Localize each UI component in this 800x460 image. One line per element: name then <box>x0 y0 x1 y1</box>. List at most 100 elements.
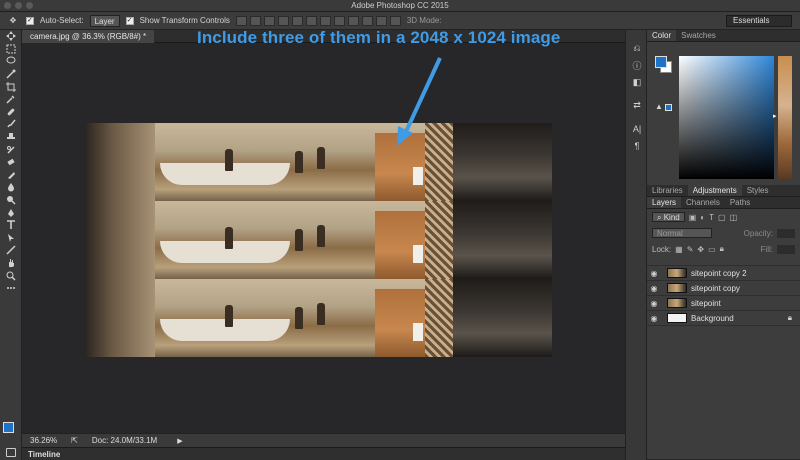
eyedropper-tool[interactable] <box>0 93 22 106</box>
tab-adjustments[interactable]: Adjustments <box>687 185 742 196</box>
visibility-eye-icon[interactable]: ◉ <box>647 284 661 293</box>
layer-row[interactable]: ◉ sitepoint copy <box>647 281 800 296</box>
type-tool[interactable] <box>0 219 22 232</box>
healing-tool[interactable] <box>0 106 22 119</box>
close-window-icon[interactable] <box>4 2 11 9</box>
color-swatches[interactable] <box>3 422 19 438</box>
zoom-level[interactable]: 36.26% <box>30 436 57 445</box>
clone-stamp-tool[interactable] <box>0 131 22 144</box>
layer-row[interactable]: ◉ sitepoint copy 2 <box>647 266 800 281</box>
layers-panel: Layers Channels Paths ⌕ Kind ▣ ◐ T ▢ ◫ N… <box>647 197 800 460</box>
share-icon[interactable]: ⇱ <box>71 436 78 445</box>
history-brush-tool[interactable] <box>0 143 22 156</box>
tab-paths[interactable]: Paths <box>725 197 755 208</box>
gradient-tool[interactable] <box>0 169 22 182</box>
filter-pixel-icon[interactable]: ▣ <box>689 213 697 222</box>
distribute-left-icon[interactable] <box>361 15 373 26</box>
layer-row[interactable]: ◉ Background 🔒︎ <box>647 311 800 326</box>
document-tab[interactable]: camera.jpg @ 36.3% (RGB/8#) * <box>22 30 155 43</box>
visibility-eye-icon[interactable]: ◉ <box>647 299 661 308</box>
more-tools[interactable] <box>0 282 22 295</box>
foreground-color-swatch[interactable] <box>3 422 14 433</box>
distribute-top-icon[interactable] <box>319 15 331 26</box>
path-select-tool[interactable] <box>0 232 22 245</box>
lock-image-icon[interactable]: ✎ <box>687 245 694 254</box>
align-left-icon[interactable] <box>277 15 289 26</box>
ellipsis-icon <box>7 287 15 290</box>
tab-swatches[interactable]: Swatches <box>676 30 721 41</box>
panel-foreground-swatch[interactable] <box>655 56 667 68</box>
distribute-center-icon[interactable] <box>375 15 387 26</box>
tab-color[interactable]: Color <box>647 30 677 41</box>
visibility-eye-icon[interactable]: ◉ <box>647 314 661 323</box>
canvas-area[interactable] <box>22 43 625 433</box>
web-safe-swatch[interactable] <box>665 104 672 111</box>
layer-row[interactable]: ◉ sitepoint <box>647 296 800 311</box>
quick-mask-icon[interactable] <box>6 448 16 457</box>
filter-type-icon[interactable]: T <box>709 213 714 222</box>
visibility-eye-icon[interactable]: ◉ <box>647 269 661 278</box>
status-menu-arrow-icon[interactable]: ▶ <box>177 437 182 445</box>
artboard-icon[interactable]: ▭ <box>708 245 716 254</box>
character-panel-icon[interactable]: A| <box>626 120 648 137</box>
lock-position-icon[interactable]: ✥ <box>697 245 704 254</box>
tab-styles[interactable]: Styles <box>742 185 774 196</box>
align-right-icon[interactable] <box>305 15 317 26</box>
arrow-pointer-icon <box>8 233 14 242</box>
distribute-bottom-icon[interactable] <box>347 15 359 26</box>
brush-tool[interactable] <box>0 118 22 131</box>
zoom-tool[interactable] <box>0 269 22 282</box>
color-ramp[interactable] <box>778 56 792 179</box>
hue-slider-thumb-icon[interactable]: ▸ <box>773 112 777 120</box>
transform-panel-icon[interactable]: ⇄ <box>626 97 648 114</box>
tab-channels[interactable]: Channels <box>681 197 725 208</box>
marquee-tool[interactable] <box>0 43 22 56</box>
workspace-dropdown[interactable]: Essentials <box>726 15 792 27</box>
distribute-right-icon[interactable] <box>389 15 401 26</box>
quick-select-tool[interactable] <box>0 68 22 81</box>
kind-filter-dropdown[interactable]: ⌕ Kind <box>652 212 685 222</box>
filter-shape-icon[interactable]: ▢ <box>718 213 726 222</box>
opacity-field[interactable] <box>777 228 795 238</box>
blur-tool[interactable] <box>0 181 22 194</box>
lock-all-icon[interactable]: 🔒︎ <box>720 244 724 254</box>
distribute-middle-icon[interactable] <box>333 15 345 26</box>
show-transform-checkbox[interactable] <box>125 16 134 25</box>
filter-adjustment-icon[interactable]: ◐ <box>700 213 705 222</box>
align-center-icon[interactable] <box>291 15 303 26</box>
blend-mode-dropdown[interactable]: Normal <box>652 228 712 238</box>
layer-name[interactable]: sitepoint <box>691 299 721 308</box>
hand-tool[interactable] <box>0 257 22 270</box>
align-bottom-icon[interactable] <box>263 15 275 26</box>
crop-tool[interactable] <box>0 80 22 93</box>
dodge-tool[interactable] <box>0 194 22 207</box>
minimize-window-icon[interactable] <box>15 2 22 9</box>
layer-name[interactable]: sitepoint copy <box>691 284 740 293</box>
tab-libraries[interactable]: Libraries <box>647 185 688 196</box>
filter-smart-icon[interactable]: ◫ <box>730 213 738 222</box>
color-spectrum[interactable] <box>679 56 774 179</box>
history-panel-icon[interactable]: ⎌ <box>626 40 648 57</box>
auto-select-dropdown[interactable]: Layer <box>89 14 120 27</box>
auto-select-checkbox[interactable] <box>26 16 34 25</box>
tab-layers[interactable]: Layers <box>647 197 682 208</box>
properties-panel-icon[interactable]: ◧ <box>626 74 648 91</box>
layer-name[interactable]: sitepoint copy 2 <box>691 269 747 278</box>
pen-tool[interactable] <box>0 206 22 219</box>
opacity-label: Opacity: <box>743 228 773 238</box>
move-tool-icon[interactable]: ✥ <box>6 16 20 25</box>
move-tool[interactable] <box>0 30 22 43</box>
eraser-tool[interactable] <box>0 156 22 169</box>
fill-field[interactable] <box>777 244 795 254</box>
lasso-tool[interactable] <box>0 55 22 68</box>
info-panel-icon[interactable]: ⓘ <box>626 57 648 74</box>
align-middle-icon[interactable] <box>249 15 261 26</box>
layer-name[interactable]: Background <box>691 314 734 323</box>
line-tool[interactable] <box>0 244 22 257</box>
zoom-icon <box>6 271 16 281</box>
lock-transparent-icon[interactable]: ▦ <box>675 245 683 254</box>
paragraph-panel-icon[interactable]: ¶ <box>626 137 648 154</box>
timeline-panel[interactable]: Timeline <box>22 447 625 460</box>
align-top-icon[interactable] <box>235 15 247 26</box>
zoom-window-icon[interactable] <box>26 2 33 9</box>
